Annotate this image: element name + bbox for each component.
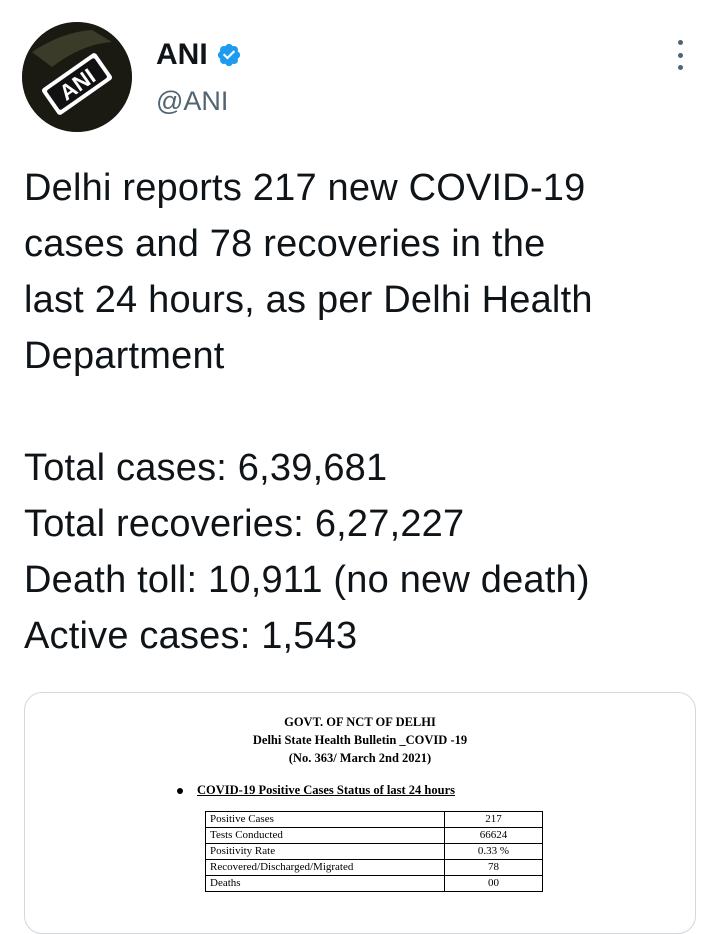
more-dot [677,52,683,58]
stat-total-recoveries: Total recoveries: 6,27,227 [24,503,465,545]
table-cell-value: 78 [444,859,543,876]
tweet-line: last 24 hours, as per Delhi Health [24,279,593,321]
table-row: Recovered/Discharged/Migrated 78 [205,859,543,876]
table-row: Positivity Rate 0.33 % [205,843,543,860]
table-cell-label: Positive Cases [205,811,445,828]
table-cell-value: 0.33 % [444,843,543,860]
table-cell-label: Tests Conducted [205,827,445,844]
table-cell-label: Positivity Rate [205,843,445,860]
more-vertical-icon[interactable] [670,40,690,70]
avatar[interactable]: ANI [22,22,132,132]
table-row: Deaths 00 [205,875,543,892]
tweet-line: cases and 78 recoveries in the [24,223,546,265]
stat-total-cases: Total cases: 6,39,681 [24,447,388,489]
table-cell-value: 217 [444,811,543,828]
user-handle[interactable]: @ANI [156,86,228,117]
more-dot [677,40,683,45]
tweet-line: Department [24,335,225,377]
table-cell-label: Recovered/Discharged/Migrated [205,859,445,876]
more-dot [677,65,683,70]
tweet-text: Delhi reports 217 new COVID-19 cases and… [24,160,704,664]
table-row: Tests Conducted 66624 [205,827,543,844]
bullet-icon [177,787,183,794]
bulletin-section: COVID-19 Positive Cases Status of last 2… [177,783,455,798]
bulletin-section-title: COVID-19 Positive Cases Status of last 2… [197,783,455,797]
tweet-line: Delhi reports 217 new COVID-19 [24,167,586,209]
stat-active-cases: Active cases: 1,543 [24,615,358,657]
stat-death-toll: Death toll: 10,911 (no new death) [24,559,590,601]
table-cell-value: 66624 [444,827,543,844]
bulletin-table: Positive Cases 217 Tests Conducted 66624… [205,811,543,892]
verified-badge-icon [217,43,240,67]
table-row: Positive Cases 217 [205,811,543,828]
bulletin-header-title: Delhi State Health Bulletin _COVID -19 [252,733,468,747]
table-cell-value: 00 [444,875,543,892]
bulletin-header-number: (No. 363/ March 2nd 2021) [288,751,432,765]
ani-logo: ANI [22,22,132,132]
bulletin-header-govt: GOVT. OF NCT OF DELHI [284,715,436,729]
name-row: ANI [156,38,242,72]
attached-image[interactable]: GOVT. OF NCT OF DELHI Delhi State Health… [24,692,696,934]
display-name[interactable]: ANI [156,38,208,72]
table-cell-label: Deaths [205,875,445,892]
